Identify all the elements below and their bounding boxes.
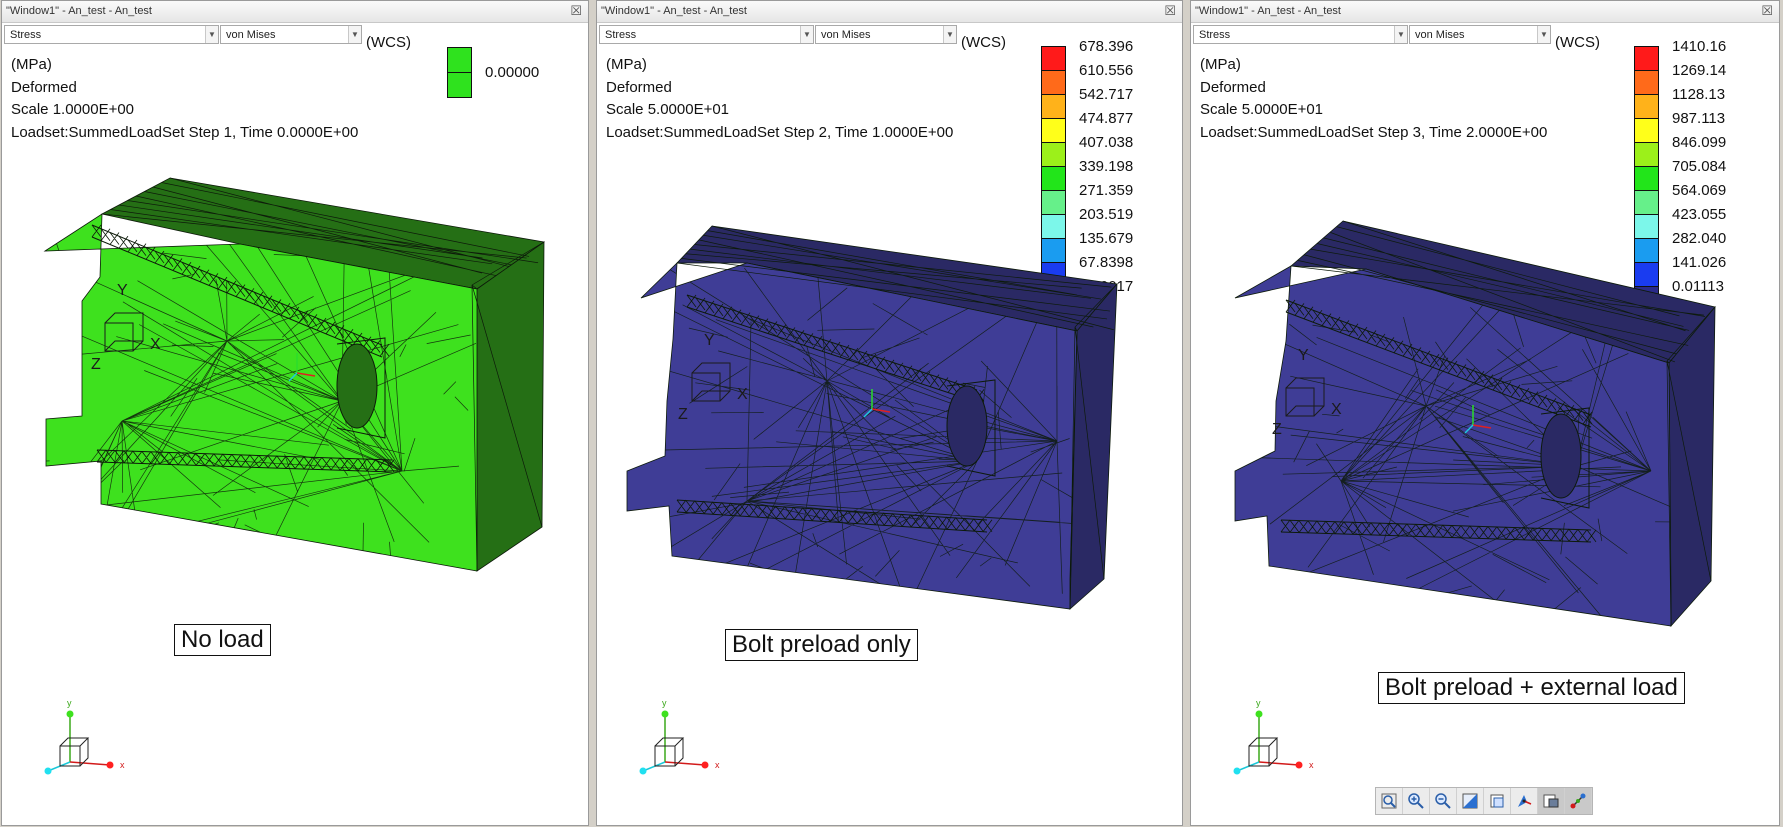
axis-triad-icon: y x (44, 698, 125, 775)
mesh-side-face (1668, 305, 1716, 628)
saved-views-icon[interactable] (1484, 788, 1511, 814)
model-csys-z-label: Z (91, 356, 101, 373)
window-step3: "Window1" - An_test - An_test ☒ Stress ▼… (1190, 0, 1780, 826)
model-csys-y-label: Y (117, 282, 128, 299)
model-csys-x-label: X (150, 336, 161, 353)
model-csys-x-label: X (1331, 401, 1342, 418)
axis-triad-icon: y x (1233, 698, 1314, 775)
window-step1: "Window1" - An_test - An_test ☒ Stress ▼… (1, 0, 589, 826)
spin-center-icon[interactable] (1511, 788, 1538, 814)
y-axis-label: y (662, 698, 667, 708)
bolt-hole (946, 385, 988, 467)
x-axis-label: x (715, 760, 720, 770)
bolt-hole (336, 343, 378, 429)
shade-icon[interactable] (1457, 788, 1484, 814)
caption-label: Bolt preload only (725, 629, 918, 661)
zoom-out-icon[interactable] (1430, 788, 1457, 814)
x-axis-label: x (120, 760, 125, 770)
zoom-in-icon[interactable] (1403, 788, 1430, 814)
model-csys-y-label: Y (1298, 347, 1309, 364)
model-csys-z-label: Z (1272, 421, 1282, 438)
zoom-fit-icon[interactable] (1376, 788, 1403, 814)
mesh-side-face (476, 241, 545, 572)
x-axis-label: x (1309, 760, 1314, 770)
datum-display-icon[interactable] (1565, 788, 1592, 814)
caption-label: No load (174, 624, 271, 656)
model-csys-y-label: Y (704, 332, 715, 349)
caption-label: Bolt preload + external load (1378, 672, 1685, 704)
window-step2: "Window1" - An_test - An_test ☒ Stress ▼… (596, 0, 1183, 826)
app-root: "Window1" - An_test - An_test ☒ Stress ▼… (0, 0, 1783, 827)
bolt-hole (1540, 413, 1582, 499)
y-axis-label: y (67, 698, 72, 708)
model-csys-z-label: Z (678, 406, 688, 423)
axis-triad-icon: y x (639, 698, 720, 775)
model-csys-x-label: X (737, 386, 748, 403)
y-axis-label: y (1256, 698, 1261, 708)
display-style-icon[interactable] (1538, 788, 1565, 814)
view-toolbar (1375, 787, 1593, 815)
